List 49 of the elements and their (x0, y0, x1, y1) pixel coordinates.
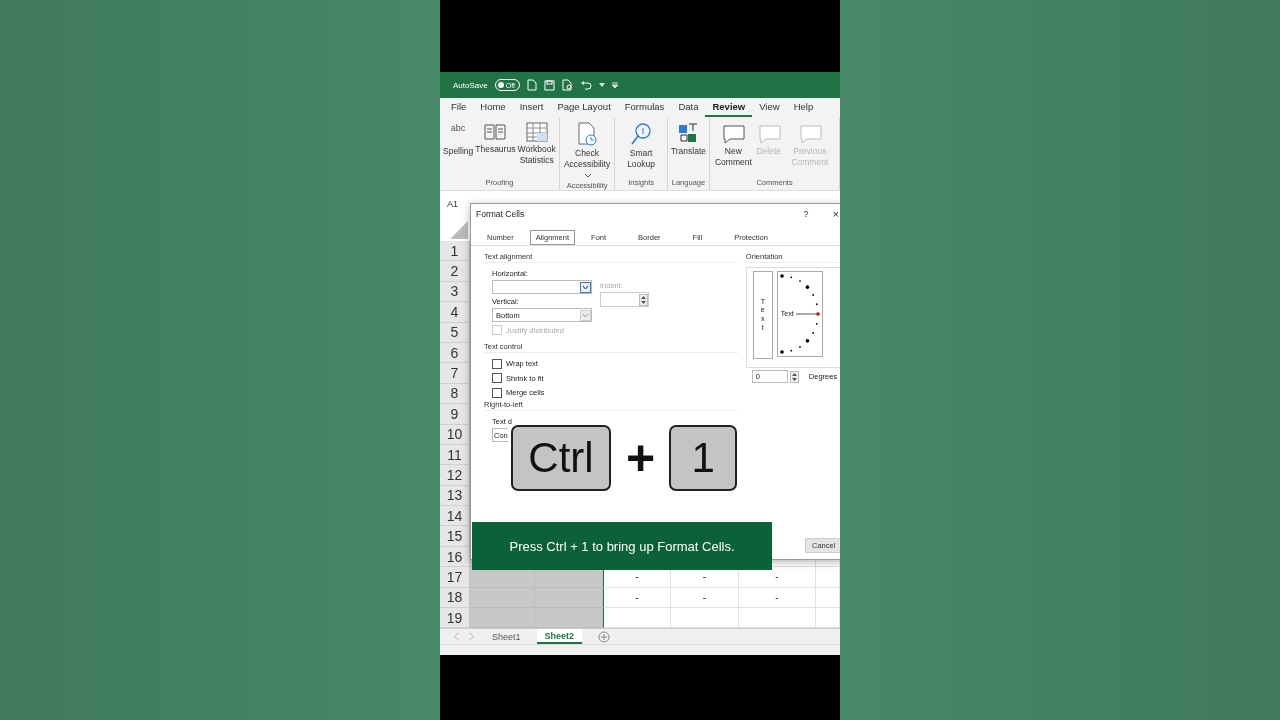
row-header[interactable]: 1 (440, 241, 470, 262)
menu-tab[interactable]: Page Layout (550, 99, 618, 117)
row-header[interactable]: 19 (440, 608, 470, 629)
row-header[interactable]: 8 (440, 383, 470, 405)
row-header[interactable]: 9 (440, 404, 470, 425)
table-cell: - (739, 587, 816, 609)
menu-tab[interactable]: Insert (512, 99, 551, 117)
table-cell: - (671, 587, 739, 609)
row-header[interactable]: 15 (440, 526, 470, 547)
menu-tab[interactable]: Home (473, 99, 513, 117)
row-header[interactable]: 16 (440, 546, 470, 568)
dialog-title: Format Cells (476, 209, 525, 219)
menu-tab[interactable]: Help (786, 99, 821, 117)
menu-tab[interactable]: View (752, 99, 787, 117)
row-header[interactable]: 2 (440, 261, 470, 282)
menu-tab[interactable]: Data (671, 99, 706, 117)
row-header[interactable]: 7 (440, 363, 470, 384)
sheet-tab[interactable]: Sheet1 (484, 629, 529, 645)
caption-banner: Press Ctrl + 1 to bring up Format Cells. (472, 522, 772, 570)
keyboard-key: 1 (669, 425, 738, 491)
ribbon-button[interactable]: New Comment (712, 118, 755, 168)
row-header[interactable]: 4 (440, 302, 470, 323)
row-header[interactable]: 5 (440, 322, 470, 343)
plus-sign: + (626, 433, 656, 483)
row-header[interactable]: 12 (440, 465, 470, 486)
menu-tab[interactable]: File (444, 99, 474, 117)
autosave-label: AutoSave (453, 80, 488, 90)
row-header[interactable]: 17 (440, 567, 470, 588)
spelling-icon: abc (450, 122, 466, 144)
row-header[interactable]: 3 (440, 281, 470, 303)
keyboard-key: Ctrl (511, 425, 611, 491)
ribbon-button[interactable]: Workbook Statistics (516, 118, 557, 166)
row-header[interactable]: 6 (440, 342, 470, 364)
table-cell: - (603, 587, 671, 609)
row-header[interactable]: 14 (440, 506, 470, 527)
ribbon-button[interactable]: abc Spelling (442, 118, 475, 157)
help-button[interactable]: ? (803, 209, 809, 219)
close-button[interactable]: × (832, 208, 839, 220)
ribbon-button[interactable]: Check Accessibility (561, 118, 613, 181)
row-header[interactable]: 13 (440, 485, 470, 507)
ribbon-button[interactable]: Smart Lookup (617, 118, 665, 170)
row-header[interactable]: 11 (440, 444, 470, 466)
menu-tab[interactable]: Formulas (617, 99, 672, 117)
sheet-tab[interactable]: Sheet2 (536, 629, 583, 645)
ribbon-button[interactable]: Translate (669, 118, 708, 157)
row-header[interactable]: 10 (440, 424, 470, 445)
ribbon-button[interactable]: Thesaurus (474, 118, 517, 155)
name-box[interactable]: A1 (440, 199, 458, 209)
row-header[interactable]: 18 (440, 587, 470, 609)
